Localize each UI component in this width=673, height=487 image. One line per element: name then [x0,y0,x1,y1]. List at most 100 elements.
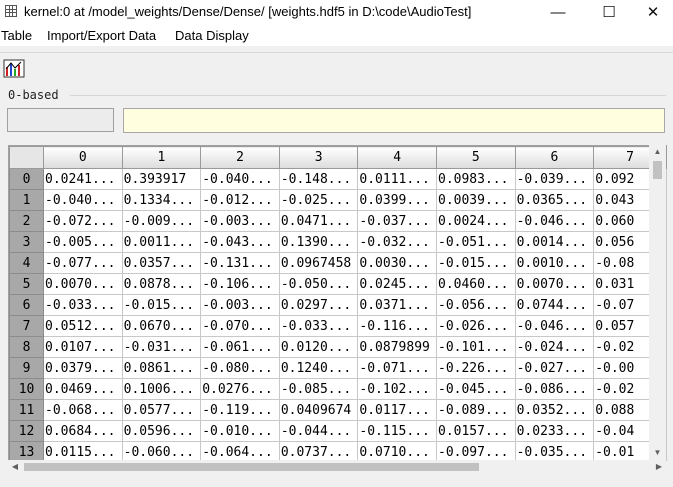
menu-import-export-data[interactable]: Import/Export Data [47,28,156,43]
table-cell[interactable]: -0.043... [200,231,280,253]
table-cell[interactable]: -0.026... [436,315,516,337]
table-cell[interactable]: 0.0577... [121,399,202,421]
table-cell[interactable]: -0.009... [121,210,202,232]
table-cell[interactable]: 0.0010... [514,252,595,274]
table-cell[interactable]: -0.060... [121,441,202,461]
table-cell[interactable]: 0.0365... [514,189,595,211]
row-header[interactable]: 6 [9,294,45,316]
scroll-down-icon[interactable]: ▼ [649,446,666,460]
row-header[interactable]: 4 [9,252,45,274]
table-cell[interactable]: -0.116... [357,315,437,337]
table-cell[interactable]: -0.035... [514,441,595,461]
column-header[interactable]: 6 [514,146,595,169]
table-cell[interactable]: -0.033... [278,315,359,337]
table-cell[interactable]: -0.040... [200,168,280,190]
table-cell[interactable]: 0.0469... [43,378,123,400]
table-cell[interactable]: -0.012... [200,189,280,211]
table-cell[interactable]: -0.005... [43,231,123,253]
table-cell[interactable]: 0.0111... [357,168,437,190]
table-cell[interactable]: 0.0710... [357,441,437,461]
table-cell[interactable]: -0.072... [43,210,123,232]
table-cell[interactable]: -0.015... [121,294,202,316]
table-cell[interactable]: 0.0596... [121,420,202,442]
table-cell[interactable]: 0.0399... [357,189,437,211]
table-cell[interactable]: 0.0011... [121,231,202,253]
table-cell[interactable]: 0.0379... [43,357,123,379]
table-cell[interactable]: -0.056... [436,294,516,316]
table-cell[interactable]: 0.0967458 [278,252,359,274]
column-header[interactable]: 4 [357,146,437,169]
table-cell[interactable]: 0.0070... [43,273,123,295]
column-header[interactable]: 1 [121,146,202,169]
table-cell[interactable]: -0.101... [436,336,516,358]
row-header[interactable]: 3 [9,231,45,253]
table-cell[interactable]: 0.0878... [121,273,202,295]
table-cell[interactable]: 0.0115... [43,441,123,461]
table-cell[interactable]: 0.0120... [278,336,359,358]
table-cell[interactable]: 0.0245... [357,273,437,295]
vertical-scroll-thumb[interactable] [653,161,662,179]
table-cell[interactable]: 0.0297... [278,294,359,316]
table-cell[interactable]: -0.003... [200,294,280,316]
scroll-up-icon[interactable]: ▲ [649,145,666,159]
maximize-button[interactable]: ☐ [586,0,632,24]
row-header[interactable]: 12 [9,420,45,442]
column-header[interactable]: 2 [200,146,280,169]
vertical-scrollbar[interactable]: ▲ ▼ [649,145,666,460]
table-cell[interactable]: -0.097... [436,441,516,461]
table-cell[interactable]: 0.0983... [436,168,516,190]
table-cell[interactable]: 0.1240... [278,357,359,379]
grid-corner[interactable] [9,146,45,169]
table-cell[interactable]: -0.046... [514,315,595,337]
close-button[interactable]: ✕ [633,0,673,24]
table-cell[interactable]: -0.102... [357,378,437,400]
table-cell[interactable]: -0.025... [278,189,359,211]
table-cell[interactable]: 0.0030... [357,252,437,274]
table-cell[interactable]: -0.039... [514,168,595,190]
table-cell[interactable]: -0.024... [514,336,595,358]
table-cell[interactable]: -0.086... [514,378,595,400]
table-cell[interactable]: -0.068... [43,399,123,421]
table-cell[interactable]: 0.0014... [514,231,595,253]
scroll-left-icon[interactable]: ◀ [8,460,22,474]
table-cell[interactable]: 0.1334... [121,189,202,211]
table-cell[interactable]: 0.0670... [121,315,202,337]
table-cell[interactable]: 0.1390... [278,231,359,253]
row-header[interactable]: 8 [9,336,45,358]
row-header[interactable]: 11 [9,399,45,421]
table-cell[interactable]: 0.0107... [43,336,123,358]
table-cell[interactable]: 0.0512... [43,315,123,337]
table-cell[interactable]: 0.0070... [514,273,595,295]
table-cell[interactable]: 0.0276... [200,378,280,400]
table-cell[interactable]: -0.027... [514,357,595,379]
table-cell[interactable]: -0.148... [278,168,359,190]
table-cell[interactable]: -0.106... [200,273,280,295]
table-cell[interactable]: 0.0241... [43,168,123,190]
horizontal-scroll-thumb[interactable] [24,463,479,471]
row-header[interactable]: 5 [9,273,45,295]
table-cell[interactable]: 0.0157... [436,420,516,442]
table-cell[interactable]: -0.032... [357,231,437,253]
table-cell[interactable]: -0.046... [514,210,595,232]
table-cell[interactable]: 0.0409674 [278,399,359,421]
table-cell[interactable]: 0.393917 [121,168,202,190]
minimize-button[interactable]: — [535,0,581,24]
row-header[interactable]: 1 [9,189,45,211]
menu-data-display[interactable]: Data Display [175,28,249,43]
table-cell[interactable]: 0.0471... [278,210,359,232]
table-cell[interactable]: -0.085... [278,378,359,400]
chart-button[interactable] [3,57,25,79]
table-cell[interactable]: -0.119... [200,399,280,421]
row-header[interactable]: 13 [9,441,45,461]
table-cell[interactable]: -0.044... [278,420,359,442]
table-cell[interactable]: -0.051... [436,231,516,253]
cell-name-field[interactable] [7,108,114,132]
table-cell[interactable]: 0.0371... [357,294,437,316]
table-cell[interactable]: -0.070... [200,315,280,337]
table-cell[interactable]: 0.0744... [514,294,595,316]
menu-table[interactable]: Table [1,28,32,43]
horizontal-scrollbar[interactable]: ◀ ▶ [8,460,666,474]
column-header[interactable]: 5 [436,146,516,169]
table-cell[interactable]: 0.0352... [514,399,595,421]
row-header[interactable]: 9 [9,357,45,379]
